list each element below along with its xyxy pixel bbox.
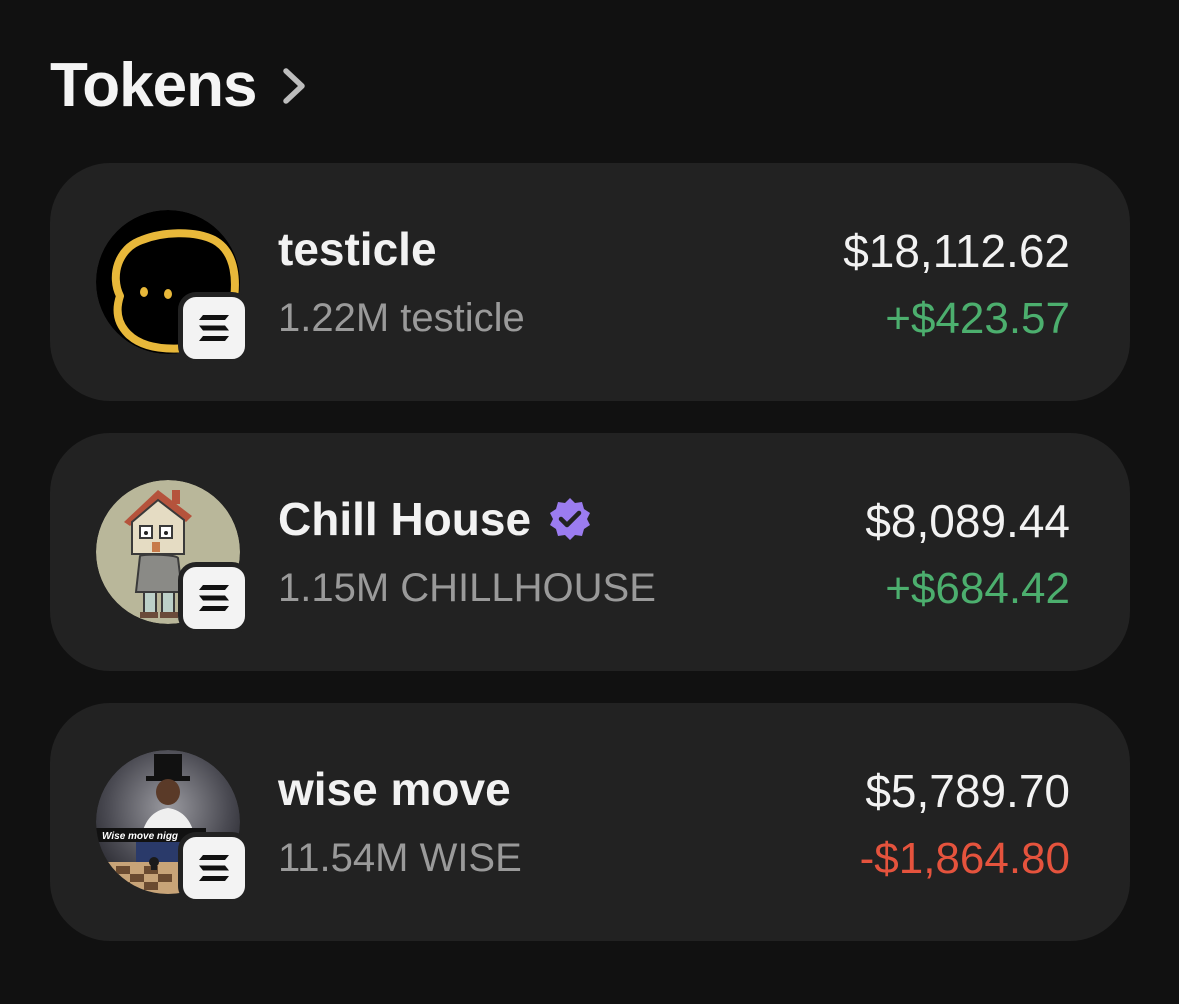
token-row-wise-move[interactable]: Wise move nigg wise move 11.54M WISE $5,… xyxy=(50,703,1130,941)
chevron-right-icon[interactable] xyxy=(276,64,312,108)
token-name: Chill House xyxy=(278,493,532,545)
token-balance: 1.22M testicle xyxy=(278,296,525,340)
token-change: +$423.57 xyxy=(885,294,1070,343)
svg-text:Wise move nigg: Wise move nigg xyxy=(102,831,178,842)
token-balance: 1.15M CHILLHOUSE xyxy=(278,566,656,610)
token-row-testicle[interactable]: testicle 1.22M testicle $18,112.62 +$423… xyxy=(50,163,1130,401)
token-name-row: Chill House xyxy=(278,491,593,547)
token-list: testicle 1.22M testicle $18,112.62 +$423… xyxy=(50,163,1130,973)
token-change: -$1,864.80 xyxy=(859,834,1070,883)
page-title: Tokens xyxy=(50,51,257,120)
token-name: wise move xyxy=(278,763,511,815)
token-value: $5,789.70 xyxy=(865,765,1070,817)
token-name-row: testicle xyxy=(278,221,437,277)
token-value: $18,112.62 xyxy=(843,225,1070,277)
tokens-header[interactable]: Tokens xyxy=(50,48,312,124)
solana-icon xyxy=(178,832,250,904)
token-change: +$684.42 xyxy=(885,564,1070,613)
token-avatar-wrap: Wise move nigg xyxy=(96,750,250,904)
token-avatar-wrap xyxy=(96,210,250,364)
token-name-row: wise move xyxy=(278,761,511,817)
solana-icon xyxy=(178,562,250,634)
token-name: testicle xyxy=(278,223,437,275)
token-value: $8,089.44 xyxy=(865,495,1070,547)
verified-badge-icon xyxy=(547,496,593,542)
token-avatar-wrap xyxy=(96,480,250,634)
solana-icon xyxy=(178,292,250,364)
token-balance: 11.54M WISE xyxy=(278,836,522,880)
token-row-chill-house[interactable]: Chill House 1.15M CHILLHOUSE $8,089.44 +… xyxy=(50,433,1130,671)
